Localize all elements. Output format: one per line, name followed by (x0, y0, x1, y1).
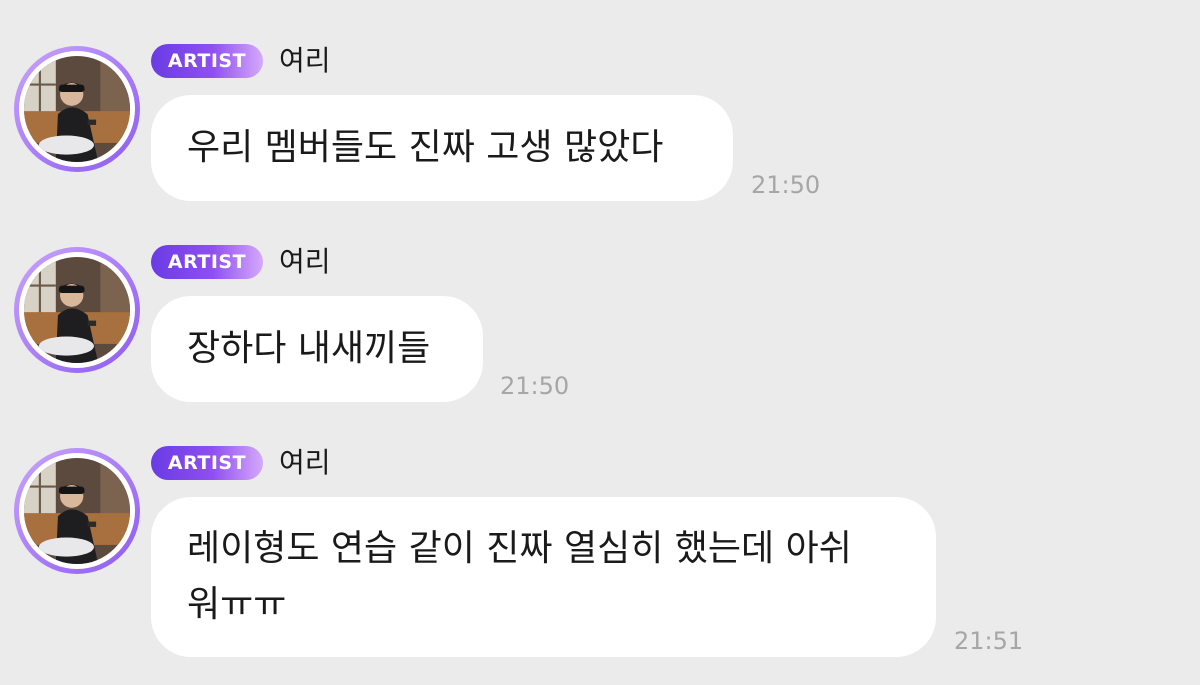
avatar-photo (24, 56, 130, 162)
artist-badge: ARTIST (151, 245, 263, 279)
avatar-frame (19, 51, 135, 167)
avatar[interactable] (14, 46, 140, 172)
avatar[interactable] (14, 448, 140, 574)
avatar-frame (19, 252, 135, 368)
avatar-frame (19, 453, 135, 569)
message-timestamp: 21:51 (954, 627, 1024, 655)
message-bubble[interactable]: 우리 멤버들도 진짜 고생 많았다 (151, 95, 733, 201)
avatar-photo (24, 458, 130, 564)
message-text-line: 레이형도 연습 같이 진짜 열심히 했는데 아쉬 (187, 528, 852, 569)
message-bubble[interactable]: 레이형도 연습 같이 진짜 열심히 했는데 아쉬 워ㅠㅠ (151, 497, 936, 657)
message-text: 우리 멤버들도 진짜 고생 많았다 (187, 127, 664, 168)
message-text: 장하다 내새끼들 (187, 328, 431, 369)
message-timestamp: 21:50 (500, 372, 570, 400)
avatar-photo (24, 257, 130, 363)
message-text-line: 워ㅠㅠ (187, 584, 287, 625)
sender-name[interactable]: 여리 (279, 44, 331, 78)
artist-badge: ARTIST (151, 446, 263, 480)
message-timestamp: 21:50 (751, 171, 821, 199)
sender-name[interactable]: 여리 (279, 446, 331, 480)
avatar[interactable] (14, 247, 140, 373)
artist-badge: ARTIST (151, 44, 263, 78)
sender-name[interactable]: 여리 (279, 245, 331, 279)
message-bubble[interactable]: 장하다 내새끼들 (151, 296, 483, 402)
